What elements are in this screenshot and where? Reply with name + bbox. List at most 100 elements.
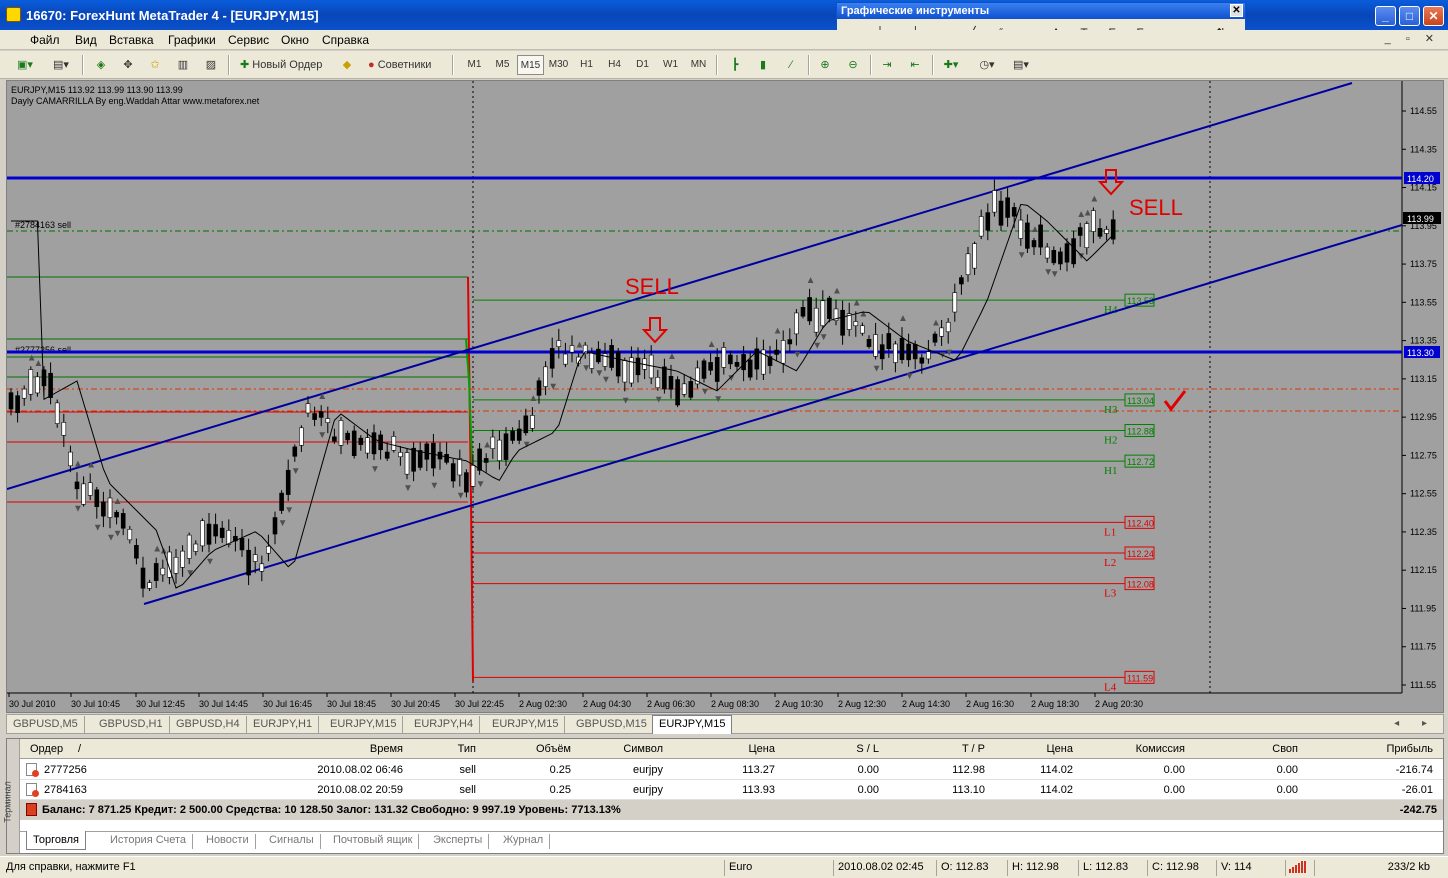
timeframe-d1[interactable]: D1 bbox=[629, 55, 656, 75]
periods-icon[interactable]: ◷▾ bbox=[976, 55, 998, 75]
graphic-tools-close-button[interactable]: ✕ bbox=[1230, 4, 1243, 17]
line-chart-icon[interactable]: ∕ bbox=[780, 55, 802, 75]
column-header[interactable]: Время bbox=[370, 743, 403, 755]
graphic-tools-title[interactable]: Графические инструменты ✕ bbox=[837, 3, 1245, 19]
price-chart[interactable]: #2784163 sell#2777256 sellH4113.53H3113.… bbox=[7, 81, 1443, 712]
chart-tab-eurjpy-h1[interactable]: EURJPY,H1 bbox=[247, 716, 320, 733]
column-header[interactable]: Цена bbox=[749, 743, 775, 755]
timeframe-m5[interactable]: M5 bbox=[489, 55, 516, 75]
terminal-tab[interactable]: История Счета bbox=[104, 834, 194, 849]
terminal-tab[interactable]: Почтовый ящик bbox=[327, 834, 420, 849]
column-header[interactable]: Объём bbox=[536, 743, 571, 755]
candle-body bbox=[477, 448, 482, 471]
fractal-down-marker: ▼ bbox=[284, 505, 294, 516]
order-price: 113.27 bbox=[742, 764, 775, 776]
terminal-icon[interactable]: ▥ bbox=[172, 55, 194, 75]
candle-body bbox=[853, 321, 859, 327]
column-header[interactable]: Ордер bbox=[30, 743, 63, 755]
fractal-down-marker: ▼ bbox=[601, 375, 611, 386]
candle-body bbox=[589, 352, 595, 369]
candle-body bbox=[688, 381, 694, 398]
chart-window[interactable]: #2784163 sell #2777256 sell H4 113.53 H3 113.… bbox=[6, 80, 1444, 713]
candle-body bbox=[365, 437, 370, 454]
status-profile[interactable]: Euro bbox=[724, 860, 832, 876]
column-header[interactable]: Символ bbox=[623, 743, 663, 755]
chart-tab-gbpusd-m5[interactable]: GBPUSD,M5 bbox=[7, 716, 85, 733]
timeframe-w1[interactable]: W1 bbox=[657, 55, 684, 75]
terminal-side-label[interactable]: Терминал bbox=[3, 739, 20, 853]
menu-window[interactable]: Окно bbox=[281, 33, 309, 47]
candle-body bbox=[800, 307, 806, 317]
menu-charts[interactable]: Графики bbox=[168, 33, 216, 47]
timeframe-h4[interactable]: H4 bbox=[601, 55, 628, 75]
menu-view[interactable]: Вид bbox=[75, 33, 97, 47]
order-cur: 114.02 bbox=[1040, 764, 1073, 776]
order-row[interactable]: 2777256 2010.08.02 06:46 sell 0.25 eurjpy 113… bbox=[20, 760, 1443, 780]
templates-icon[interactable]: ▤▾ bbox=[1010, 55, 1032, 75]
chart-tab-eurjpy-m15[interactable]: EURJPY,M15 bbox=[486, 716, 566, 733]
close-button[interactable]: ✕ bbox=[1423, 6, 1444, 26]
autoscroll-icon[interactable]: ⇥ bbox=[876, 55, 898, 75]
column-header[interactable]: Тип bbox=[458, 743, 476, 755]
zoom-out-icon[interactable]: ⊖ bbox=[842, 55, 864, 75]
chart-tab-eurjpy-m15[interactable]: EURJPY,M15 bbox=[652, 715, 733, 734]
indicators-icon[interactable]: ✚▾ bbox=[940, 55, 962, 75]
indicator-label: Dayly CAMARRILLA By eng.Waddah Attar www… bbox=[11, 96, 260, 106]
terminal-panel: Терминал Ордер / Время Тип Объём Символ Цена S … bbox=[3, 738, 1444, 854]
chart-shift-icon[interactable]: ⇤ bbox=[904, 55, 926, 75]
column-header[interactable]: Своп bbox=[1272, 743, 1298, 755]
timeframe-mn[interactable]: MN bbox=[685, 55, 712, 75]
terminal-tab[interactable]: Торговля bbox=[26, 831, 86, 850]
menu-file[interactable]: Файл bbox=[30, 33, 60, 47]
candle-body bbox=[1031, 240, 1037, 248]
chart-tab-eurjpy-m15[interactable]: EURJPY,M15 bbox=[324, 716, 404, 733]
market-watch-icon[interactable]: ◈ bbox=[90, 55, 112, 75]
candle-body bbox=[1104, 229, 1109, 234]
favorites-icon[interactable]: ✩ bbox=[144, 55, 166, 75]
chart-tab-gbpusd-h4[interactable]: GBPUSD,H4 bbox=[170, 716, 247, 733]
candle-body bbox=[516, 428, 522, 441]
minimize-button[interactable]: _ bbox=[1375, 6, 1396, 26]
order-row[interactable]: 2784163 2010.08.02 20:59 sell 0.25 eurjpy 113… bbox=[20, 780, 1443, 800]
navigator-icon[interactable]: ✥ bbox=[117, 55, 139, 75]
timeframe-h1[interactable]: H1 bbox=[573, 55, 600, 75]
profiles-icon[interactable]: ▤▾ bbox=[50, 55, 72, 75]
bar-chart-icon[interactable]: ┣ bbox=[724, 55, 746, 75]
menu-insert[interactable]: Вставка bbox=[109, 33, 154, 47]
terminal-tab[interactable]: Сигналы bbox=[263, 834, 321, 849]
terminal-tab[interactable]: Журнал bbox=[497, 834, 551, 849]
column-header[interactable]: Комиссия bbox=[1136, 743, 1185, 755]
timeframe-m15[interactable]: M15 bbox=[517, 55, 544, 75]
column-header[interactable]: / bbox=[78, 743, 81, 755]
candlestick-icon[interactable]: ▮ bbox=[752, 55, 774, 75]
column-header[interactable]: T / P bbox=[962, 743, 985, 755]
tab-scroll-arrows[interactable]: ◂ ▸ bbox=[1394, 718, 1437, 729]
column-header[interactable]: Цена bbox=[1047, 743, 1073, 755]
strategy-tester-icon[interactable]: ▨ bbox=[200, 55, 222, 75]
new-chart-icon[interactable]: ▣▾ bbox=[14, 55, 36, 75]
new-order-button[interactable]: ✚ Новый Ордер bbox=[236, 55, 326, 75]
terminal-tab[interactable]: Эксперты bbox=[427, 834, 490, 849]
chart-tab-gbpusd-h1[interactable]: GBPUSD,H1 bbox=[93, 716, 170, 733]
order-swap: 0.00 bbox=[1276, 764, 1298, 776]
menu-tools[interactable]: Сервис bbox=[228, 33, 269, 47]
metaeditor-icon[interactable]: ◆ bbox=[336, 55, 358, 75]
terminal-tab[interactable]: Новости bbox=[200, 834, 256, 849]
order-tp: 113.10 bbox=[952, 784, 985, 796]
candle-body bbox=[998, 200, 1004, 226]
candle-body bbox=[101, 501, 106, 517]
zoom-in-icon[interactable]: ⊕ bbox=[814, 55, 836, 75]
timeframe-m1[interactable]: M1 bbox=[461, 55, 488, 75]
column-header[interactable]: S / L bbox=[856, 743, 879, 755]
maximize-button[interactable]: □ bbox=[1399, 6, 1420, 26]
column-header[interactable]: Прибыль bbox=[1386, 743, 1433, 755]
timeframe-m30[interactable]: M30 bbox=[545, 55, 572, 75]
experts-button[interactable]: ● Советники bbox=[364, 55, 435, 75]
chart-tab-eurjpy-h4[interactable]: EURJPY,H4 bbox=[408, 716, 481, 733]
time-axis-label: 2 Aug 20:30 bbox=[1095, 699, 1143, 709]
chart-tab-gbpusd-m15[interactable]: GBPUSD,M15 bbox=[570, 716, 654, 733]
mdi-controls[interactable]: _ ▫ ✕ bbox=[1385, 32, 1440, 45]
balance-row[interactable]: Баланс: 7 871.25 Кредит: 2 500.00 Средст… bbox=[20, 800, 1443, 820]
candle-body bbox=[1005, 197, 1010, 218]
menu-help[interactable]: Справка bbox=[322, 33, 369, 47]
